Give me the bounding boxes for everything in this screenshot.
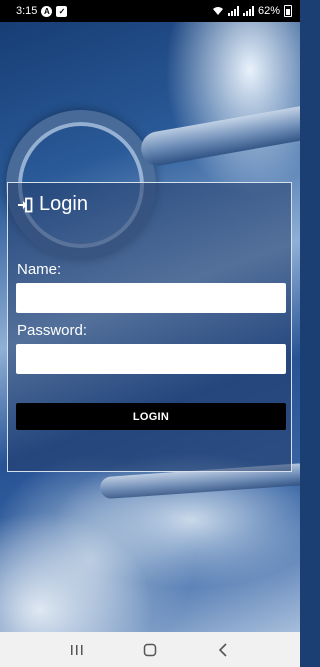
- login-title: Login: [39, 193, 88, 215]
- status-left: 3:15 A ✓: [16, 5, 68, 17]
- recent-apps-button[interactable]: [62, 635, 92, 665]
- name-label: Name:: [17, 261, 62, 278]
- signal-1-icon: [227, 6, 239, 16]
- recent-apps-icon: [70, 644, 83, 655]
- login-icon: [18, 197, 33, 212]
- checkbox-icon: ✓: [56, 5, 68, 17]
- login-button[interactable]: LOGIN: [16, 403, 286, 430]
- password-input[interactable]: [16, 344, 286, 374]
- home-icon: [143, 643, 157, 656]
- name-input[interactable]: [16, 283, 286, 313]
- back-button[interactable]: [208, 635, 238, 665]
- status-right: 62%: [212, 5, 292, 17]
- app-a-icon: A: [41, 5, 53, 17]
- background-eyeglass-arm: [138, 101, 300, 169]
- signal-2-icon: [242, 6, 254, 16]
- battery-icon: [284, 5, 292, 17]
- login-panel: Login Name: Password: LOGIN: [7, 182, 292, 472]
- home-button[interactable]: [135, 635, 165, 665]
- back-icon: [219, 642, 227, 657]
- navigation-bar: [0, 632, 300, 667]
- status-bar: 3:15 A ✓ 62%: [0, 0, 300, 22]
- login-header: Login: [17, 193, 88, 216]
- status-time: 3:15: [16, 5, 38, 17]
- password-label: Password:: [17, 322, 88, 339]
- wifi-icon: [212, 7, 223, 15]
- battery-percent: 62%: [257, 5, 280, 17]
